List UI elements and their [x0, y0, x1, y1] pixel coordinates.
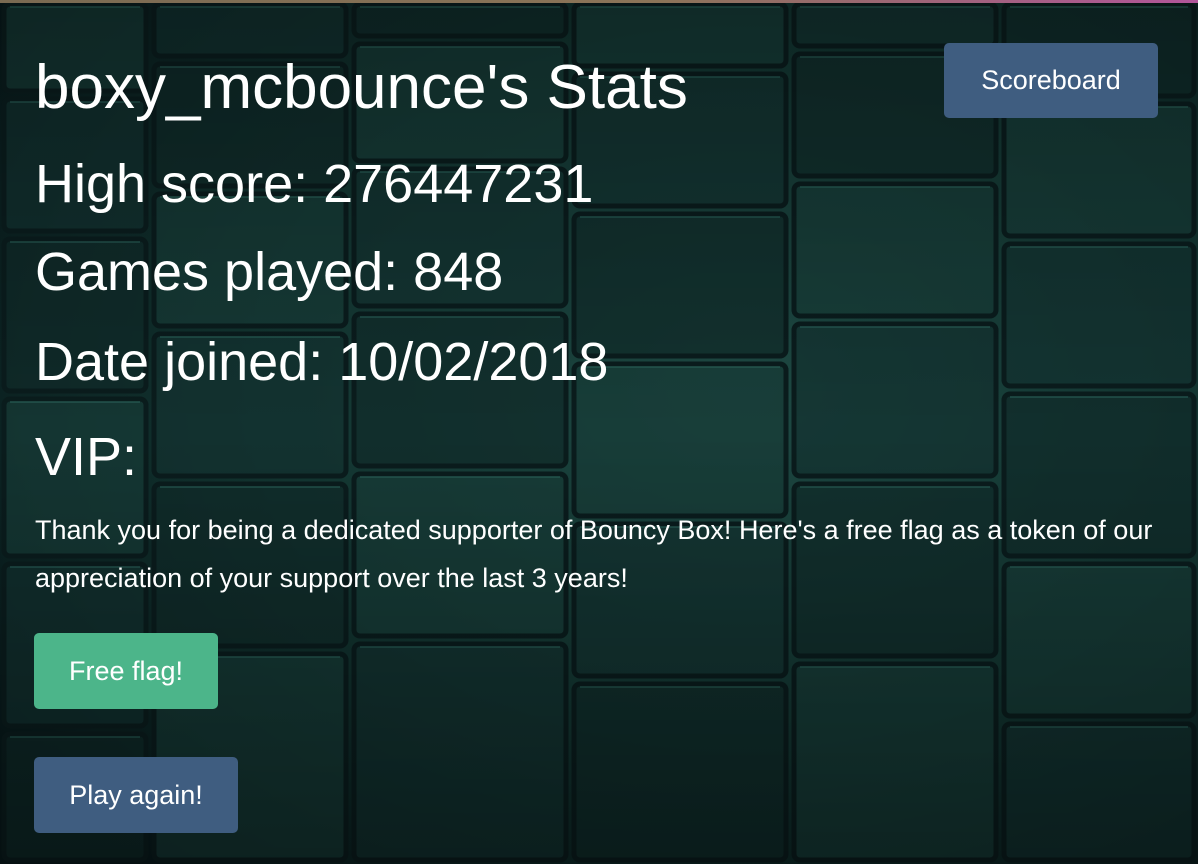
vip-label: VIP: [35, 427, 138, 487]
high-score-text: High score: 276447231 [35, 154, 594, 214]
date-joined-text: Date joined: 10/02/2018 [35, 332, 609, 392]
page-title: boxy_mcbounce's Stats [35, 53, 688, 122]
top-accent-bar [0, 0, 1198, 3]
vip-thank-you-message: Thank you for being a dedicated supporte… [35, 515, 1153, 593]
free-flag-button[interactable]: Free flag! [34, 633, 218, 709]
play-again-button[interactable]: Play again! [34, 757, 238, 833]
scoreboard-button[interactable]: Scoreboard [944, 43, 1158, 118]
games-played-text: Games played: 848 [35, 242, 504, 302]
stats-page: boxy_mcbounce's Stats Scoreboard High sc… [0, 0, 1198, 864]
